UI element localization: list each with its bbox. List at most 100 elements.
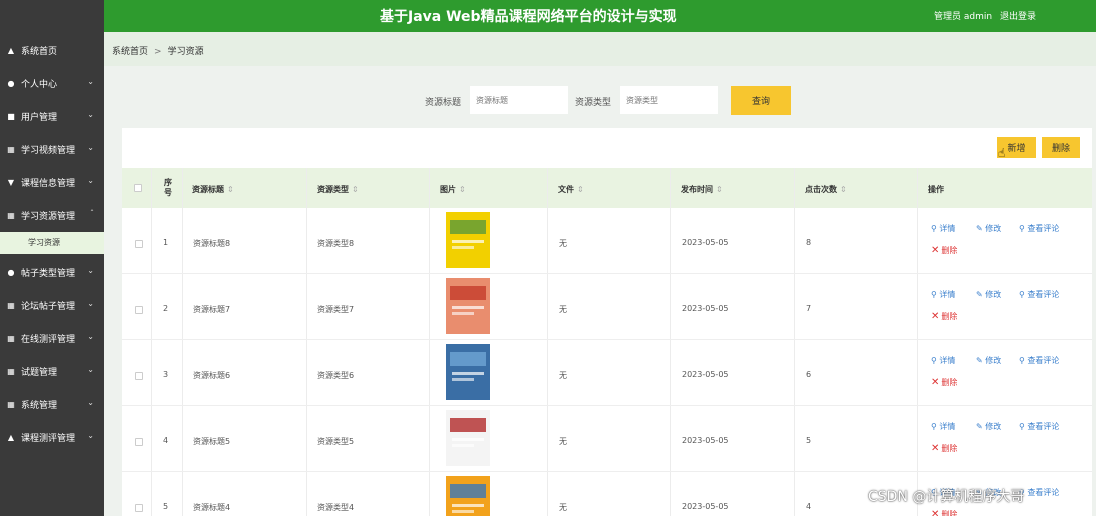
select-all-checkbox[interactable]: [134, 184, 142, 192]
chevron-down-icon: ⌄: [87, 365, 94, 374]
sidebar-item-home[interactable]: ▲ 系统首页: [0, 34, 104, 67]
column-header-title[interactable]: 资源标题 ⇕: [192, 184, 234, 195]
search-type-label: 资源类型: [575, 98, 612, 108]
edit-link[interactable]: ✎ 修改: [976, 421, 1001, 432]
column-header-clicks-label: 点击次数: [805, 185, 837, 194]
row-type: 资源类型4: [317, 503, 355, 512]
column-header-actions: 操作: [928, 185, 944, 194]
sidebar-item-resources[interactable]: ▦ 学习资源管理 ˆ: [0, 199, 104, 232]
grid-icon: ▦: [7, 301, 15, 310]
row-title: 资源标题4: [193, 503, 231, 512]
comments-link[interactable]: ⚲ 查看评论: [1019, 355, 1059, 366]
sort-icon: ⇕: [352, 185, 359, 194]
row-date: 2023-05-05: [682, 304, 729, 313]
row-checkbox[interactable]: [135, 438, 143, 446]
edit-link[interactable]: ✎ 修改: [976, 355, 1001, 366]
search-title-label: 资源标题: [425, 98, 462, 108]
detail-label: 详情: [939, 422, 956, 431]
row-number: 3: [163, 370, 169, 379]
detail-link[interactable]: ⚲ 详情: [931, 223, 955, 234]
row-clicks: 8: [806, 238, 812, 247]
row-file: 无: [559, 437, 567, 446]
row-file: 无: [559, 305, 567, 314]
chevron-down-icon: ⌄: [87, 332, 94, 341]
sort-icon: ⇕: [716, 185, 723, 194]
sidebar-item-profile[interactable]: ● 个人中心 ⌄: [0, 67, 104, 100]
sort-icon: ⇕: [227, 185, 234, 194]
chevron-down-icon: ⌄: [87, 143, 94, 152]
search-type-input[interactable]: [620, 86, 718, 114]
row-title: 资源标题7: [193, 305, 231, 314]
logout-link[interactable]: 退出登录: [1000, 9, 1036, 22]
logo-area: [0, 0, 104, 32]
sidebar-item-videos[interactable]: ▦ 学习视频管理 ⌄: [0, 133, 104, 166]
column-header-image[interactable]: 图片 ⇕: [440, 184, 466, 195]
column-header-no: 序号: [164, 178, 172, 197]
row-number: 4: [163, 436, 169, 445]
book-cover-image: [446, 344, 490, 400]
sidebar-item-label: 用户管理: [21, 113, 58, 123]
grid-icon: ▦: [7, 367, 15, 376]
row-delete-link[interactable]: ✕ 删除: [931, 509, 957, 516]
search-icon: ⚲: [931, 290, 937, 299]
sidebar-item-users[interactable]: ■ 用户管理 ⌄: [0, 100, 104, 133]
column-header-date[interactable]: 发布时间 ⇕: [681, 184, 723, 195]
row-date: 2023-05-05: [682, 436, 729, 445]
chevron-down-icon: ⌄: [87, 176, 94, 185]
row-delete-link[interactable]: ✕ 删除: [931, 245, 957, 256]
row-date: 2023-05-05: [682, 502, 729, 511]
column-header-clicks[interactable]: 点击次数 ⇕: [805, 184, 847, 195]
row-delete-link[interactable]: ✕ 删除: [931, 311, 957, 322]
sidebar-item-label: 课程测评管理: [21, 434, 76, 444]
grid-icon: ▦: [7, 400, 15, 409]
close-icon: ✕: [931, 311, 940, 322]
comments-label: 查看评论: [1027, 422, 1060, 431]
column-header-file[interactable]: 文件 ⇕: [558, 184, 584, 195]
row-checkbox[interactable]: [135, 240, 143, 248]
comments-link[interactable]: ⚲ 查看评论: [1019, 289, 1059, 300]
sidebar-item-courses[interactable]: ▼ 课程信息管理 ⌄: [0, 166, 104, 199]
user-icon: ●: [7, 268, 15, 277]
detail-link[interactable]: ⚲ 详情: [931, 355, 955, 366]
sidebar-item-course-eval[interactable]: ▲ 课程测评管理 ⌄: [0, 421, 104, 454]
column-header-type[interactable]: 资源类型 ⇕: [317, 184, 359, 195]
edit-link[interactable]: ✎ 修改: [976, 223, 1001, 234]
comments-link[interactable]: ⚲ 查看评论: [1019, 487, 1059, 498]
breadcrumb-home[interactable]: 系统首页: [112, 47, 148, 57]
book-cover-image: [446, 212, 490, 268]
row-delete-link[interactable]: ✕ 删除: [931, 377, 957, 388]
chevron-down-icon: ⌄: [87, 77, 94, 86]
row-checkbox[interactable]: [135, 504, 143, 512]
row-clicks: 5: [806, 436, 812, 445]
book-icon: ▼: [7, 178, 15, 187]
sort-icon: ⇕: [577, 185, 584, 194]
search-title-input[interactable]: [470, 86, 568, 114]
sidebar-item-forum-posts[interactable]: ▦ 论坛帖子管理 ⌄: [0, 289, 104, 322]
sidebar-item-online-tests[interactable]: ▦ 在线测评管理 ⌄: [0, 322, 104, 355]
chevron-down-icon: ⌄: [87, 299, 94, 308]
row-delete-label: 删除: [941, 246, 958, 255]
edit-link[interactable]: ✎ 修改: [976, 289, 1001, 300]
chevron-down-icon: ⌄: [87, 266, 94, 275]
sidebar-item-system[interactable]: ▦ 系统管理 ⌄: [0, 388, 104, 421]
delete-button[interactable]: 删除: [1042, 137, 1080, 158]
sidebar-item-label: 在线测评管理: [21, 335, 76, 345]
sidebar-item-label: 试题管理: [21, 368, 58, 378]
detail-link[interactable]: ⚲ 详情: [931, 289, 955, 300]
row-type: 资源类型7: [317, 305, 355, 314]
row-delete-link[interactable]: ✕ 删除: [931, 443, 957, 454]
search-icon: ⚲: [931, 224, 937, 233]
comments-link[interactable]: ⚲ 查看评论: [1019, 223, 1059, 234]
detail-link[interactable]: ⚲ 详情: [931, 421, 955, 432]
sidebar-subitem-resources[interactable]: 学习资源: [0, 232, 104, 254]
comments-link[interactable]: ⚲ 查看评论: [1019, 421, 1059, 432]
row-file: 无: [559, 239, 567, 248]
row-checkbox[interactable]: [135, 372, 143, 380]
row-checkbox[interactable]: [135, 306, 143, 314]
pencil-icon: ✎: [976, 224, 983, 233]
column-header-title-label: 资源标题: [192, 185, 224, 194]
sidebar-item-questions[interactable]: ▦ 试题管理 ⌄: [0, 355, 104, 388]
pencil-icon: ✎: [976, 290, 983, 299]
search-button[interactable]: 查询: [731, 86, 791, 115]
sidebar-item-post-types[interactable]: ● 帖子类型管理 ⌄: [0, 256, 104, 289]
